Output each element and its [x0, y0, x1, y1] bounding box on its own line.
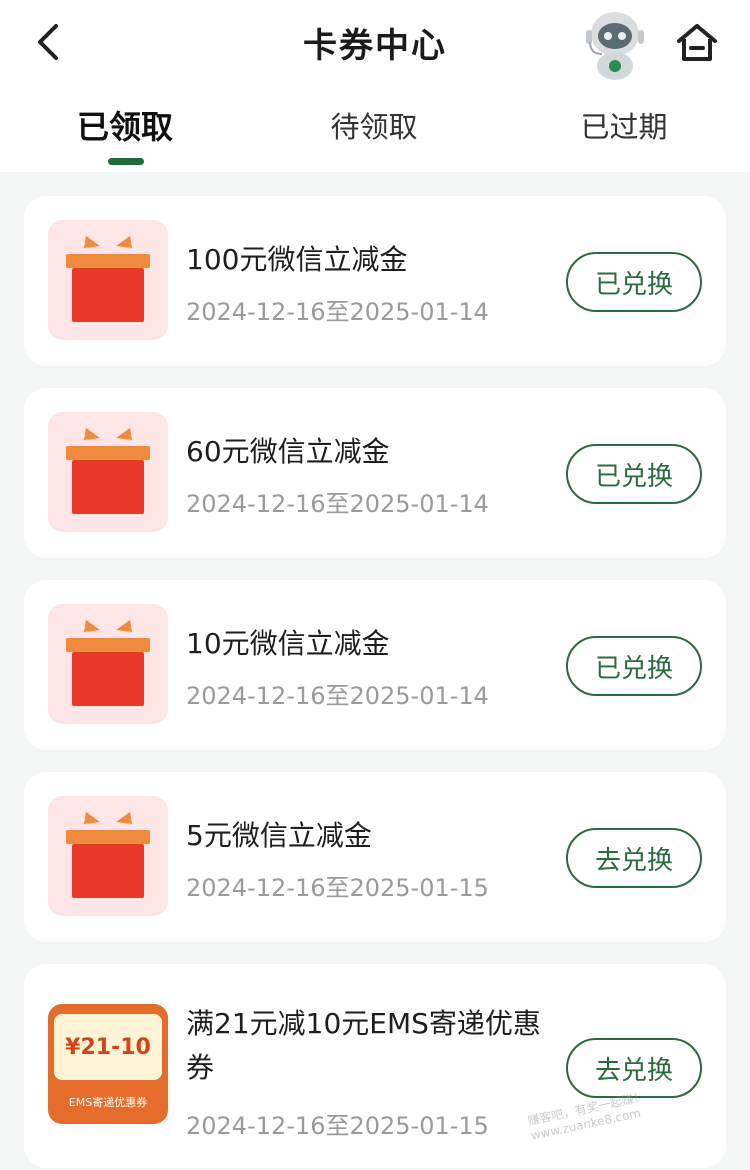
- ems-coupon-label: EMS寄递优惠券: [68, 1096, 148, 1109]
- ems-coupon-amount: ¥21-10: [54, 1014, 162, 1080]
- coupon-card[interactable]: 60元微信立减金 2024-12-16至2025-01-14 已兑换: [24, 388, 726, 558]
- gift-box-icon: [48, 604, 168, 724]
- nav-bar: 卡券中心: [0, 0, 750, 90]
- gift-box-icon: [48, 220, 168, 340]
- coupon-validity: 2024-12-16至2025-01-14: [186, 298, 489, 326]
- redeem-button[interactable]: 已兑换: [566, 444, 702, 504]
- coupon-card[interactable]: 10元微信立减金 2024-12-16至2025-01-14 已兑换: [24, 580, 726, 750]
- coupon-title: 5元微信立减金: [186, 819, 372, 852]
- coupon-title: 100元微信立减金: [186, 243, 408, 276]
- tab-expired[interactable]: 已过期: [524, 104, 724, 146]
- coupon-title: 10元微信立减金: [186, 627, 390, 660]
- top-bar: 卡券中心 已领取 待领取 已过期: [0, 0, 750, 172]
- redeem-button[interactable]: 已兑换: [566, 252, 702, 312]
- coupon-tabs: 已领取 待领取 已过期: [0, 96, 750, 172]
- robot-avatar-icon[interactable]: [580, 6, 650, 82]
- active-tab-indicator: [108, 158, 144, 165]
- home-icon: [677, 24, 717, 61]
- redeem-button[interactable]: 去兑换: [566, 828, 702, 888]
- coupon-title: 60元微信立减金: [186, 435, 390, 468]
- coupon-card[interactable]: 100元微信立减金 2024-12-16至2025-01-14 已兑换: [24, 196, 726, 366]
- coupon-validity: 2024-12-16至2025-01-15: [186, 874, 489, 902]
- coupon-validity: 2024-12-16至2025-01-14: [186, 682, 489, 710]
- coupon-validity: 2024-12-16至2025-01-15: [186, 1112, 489, 1140]
- home-button[interactable]: [672, 18, 722, 68]
- coupon-list: 100元微信立减金 2024-12-16至2025-01-14 已兑换 60元微…: [24, 196, 726, 1170]
- coupon-title: 满21元减10元EMS寄递优惠券: [186, 1007, 541, 1084]
- gift-box-icon: [48, 796, 168, 916]
- coupon-validity: 2024-12-16至2025-01-14: [186, 490, 489, 518]
- ems-coupon-icon: ¥21-10 EMS寄递优惠券: [48, 1004, 168, 1124]
- redeem-button[interactable]: 已兑换: [566, 636, 702, 696]
- tab-pending[interactable]: 待领取: [274, 104, 474, 146]
- gift-box-icon: [48, 412, 168, 532]
- tab-received[interactable]: 已领取: [25, 102, 225, 148]
- coupon-card[interactable]: 5元微信立减金 2024-12-16至2025-01-15 去兑换: [24, 772, 726, 942]
